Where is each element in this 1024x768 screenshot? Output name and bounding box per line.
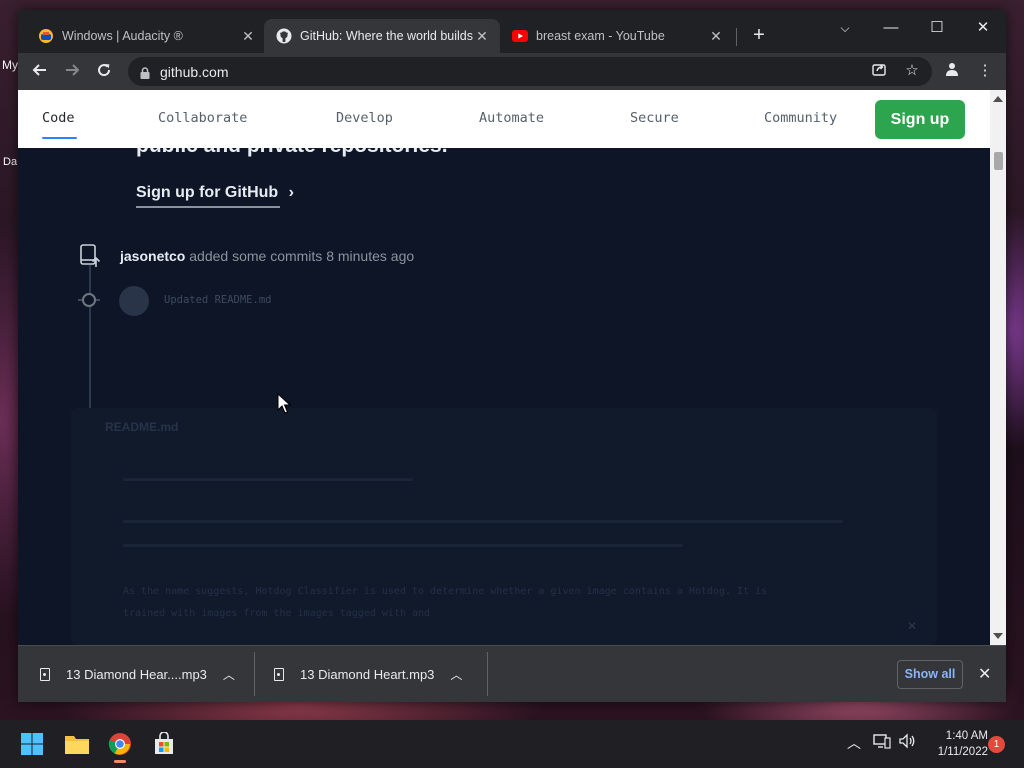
microsoft-store-icon[interactable] <box>148 728 180 760</box>
profile-icon[interactable] <box>942 61 962 81</box>
readme-text-line: As the name suggests, Hotdog Classifier … <box>123 586 768 597</box>
github-subnav: Code Collaborate Develop Automate Secure… <box>18 90 990 148</box>
youtube-icon <box>512 28 528 44</box>
scroll-up-arrow-icon[interactable] <box>993 96 1003 102</box>
chevron-up-icon[interactable]: ︿ <box>223 666 235 683</box>
browser-window: Windows | Audacity ® ✕ GitHub: Where the… <box>18 10 1006 702</box>
maximize-button[interactable]: ☐ <box>914 14 960 42</box>
page-viewport: public and private repositories. Code Co… <box>18 90 1006 645</box>
tab-title: breast exam - YouTube <box>536 29 665 43</box>
nav-automate[interactable]: Automate <box>479 110 544 126</box>
page-scrollbar[interactable] <box>990 90 1006 645</box>
download-filename: 13 Diamond Heart.mp3 <box>300 667 435 682</box>
commit-message: Updated README.md <box>164 294 272 306</box>
address-bar[interactable]: github.com <box>128 57 932 86</box>
chrome-icon[interactable] <box>104 728 136 763</box>
lock-icon <box>140 66 150 79</box>
clock-time: 1:40 AM <box>945 730 988 742</box>
close-downloads-icon[interactable]: ✕ <box>978 664 991 684</box>
new-tab-button[interactable]: + <box>748 24 770 46</box>
nav-community[interactable]: Community <box>764 110 837 126</box>
chevron-up-icon[interactable]: ︿ <box>450 666 462 683</box>
download-item[interactable]: 13 Diamond Heart.mp3 ︿ <box>274 646 484 703</box>
tab-title: GitHub: Where the world builds <box>300 29 473 43</box>
download-filename: 13 Diamond Hear....mp3 <box>66 667 207 682</box>
file-explorer-icon[interactable] <box>61 728 93 760</box>
browser-toolbar: github.com ☆ ⋮ <box>18 53 1006 90</box>
nav-develop[interactable]: Develop <box>336 110 393 126</box>
close-tab-icon[interactable]: ✕ <box>708 28 724 45</box>
tab-title: Windows | Audacity ® <box>62 29 183 43</box>
bookmark-star-icon[interactable]: ☆ <box>902 61 922 81</box>
commit-node-icon <box>82 293 96 307</box>
system-clock[interactable]: 1:40 AM 1/11/2022 <box>924 728 988 760</box>
blurred-line <box>123 520 843 523</box>
sign-up-link-text: Sign up for GitHub <box>136 184 279 201</box>
tab-divider <box>736 28 737 46</box>
scrollbar-thumb[interactable] <box>994 152 1003 170</box>
scroll-down-arrow-icon[interactable] <box>993 633 1003 639</box>
address-text: github.com <box>160 63 229 80</box>
mouse-cursor-icon <box>277 393 291 414</box>
commit-username[interactable]: jasonetco <box>120 248 185 264</box>
share-icon[interactable] <box>869 61 889 81</box>
nav-collaborate[interactable]: Collaborate <box>158 110 247 126</box>
tab-strip: Windows | Audacity ® ✕ GitHub: Where the… <box>18 10 1006 53</box>
readme-text-line: trained with images from the images tagg… <box>123 608 431 619</box>
nav-secure[interactable]: Secure <box>630 110 679 126</box>
download-shelf: 13 Diamond Hear....mp3 ︿ 13 Diamond Hear… <box>18 645 1006 702</box>
network-icon[interactable] <box>873 733 891 752</box>
notification-badge[interactable]: 1 <box>988 736 1005 753</box>
desktop-icon-label: My <box>2 58 18 72</box>
audacity-icon <box>38 28 54 44</box>
commit-action-text: added some commits 8 minutes ago <box>189 248 415 264</box>
github-icon <box>276 28 292 44</box>
show-all-button[interactable]: Show all <box>897 660 963 689</box>
avatar[interactable] <box>119 286 149 316</box>
readme-preview-card: README.md As the name suggests, Hotdog C… <box>71 408 937 645</box>
audio-file-icon <box>40 668 50 681</box>
close-tab-icon[interactable]: ✕ <box>240 28 256 45</box>
forward-arrow-icon[interactable] <box>59 59 85 85</box>
download-divider <box>254 652 255 696</box>
download-divider <box>487 652 488 696</box>
repo-push-icon <box>80 244 102 273</box>
desktop-icon-label: Da <box>3 156 18 168</box>
readme-filename: README.md <box>105 420 179 434</box>
clock-date: 1/11/2022 <box>937 746 988 758</box>
blurred-line <box>123 544 683 547</box>
tab-github[interactable]: GitHub: Where the world builds ✕ <box>264 19 500 53</box>
minimize-button[interactable]: — <box>868 14 914 42</box>
close-window-button[interactable]: ✕ <box>960 14 1006 42</box>
active-nav-underline <box>42 137 77 139</box>
tab-search-icon[interactable]: ⌵ <box>822 14 868 42</box>
nav-code[interactable]: Code <box>42 110 75 126</box>
close-tab-icon[interactable]: ✕ <box>474 28 490 45</box>
commit-event: jasonetco added some commits 8 minutes a… <box>120 248 414 264</box>
windows-start-icon[interactable] <box>16 728 48 760</box>
reload-icon[interactable] <box>91 59 117 85</box>
tab-youtube[interactable]: breast exam - YouTube ✕ <box>500 19 734 53</box>
chevron-up-icon[interactable]: ︿ <box>847 733 861 753</box>
chevron-right-icon: › <box>288 184 294 201</box>
link-underline <box>136 206 280 208</box>
audio-file-icon <box>274 668 284 681</box>
sign-up-for-github-link[interactable]: Sign up for GitHub › <box>136 184 294 202</box>
download-item[interactable]: 13 Diamond Hear....mp3 ︿ <box>40 646 250 703</box>
sign-up-button[interactable]: Sign up <box>875 100 965 139</box>
back-arrow-icon[interactable] <box>27 59 53 85</box>
more-menu-icon[interactable]: ⋮ <box>975 61 995 81</box>
taskbar: ︿ 1:40 AM 1/11/2022 <box>0 720 1024 768</box>
volume-icon[interactable] <box>898 733 916 752</box>
tab-audacity[interactable]: Windows | Audacity ® ✕ <box>26 19 266 53</box>
blurred-line <box>123 478 413 481</box>
close-icon: ✕ <box>906 619 917 633</box>
